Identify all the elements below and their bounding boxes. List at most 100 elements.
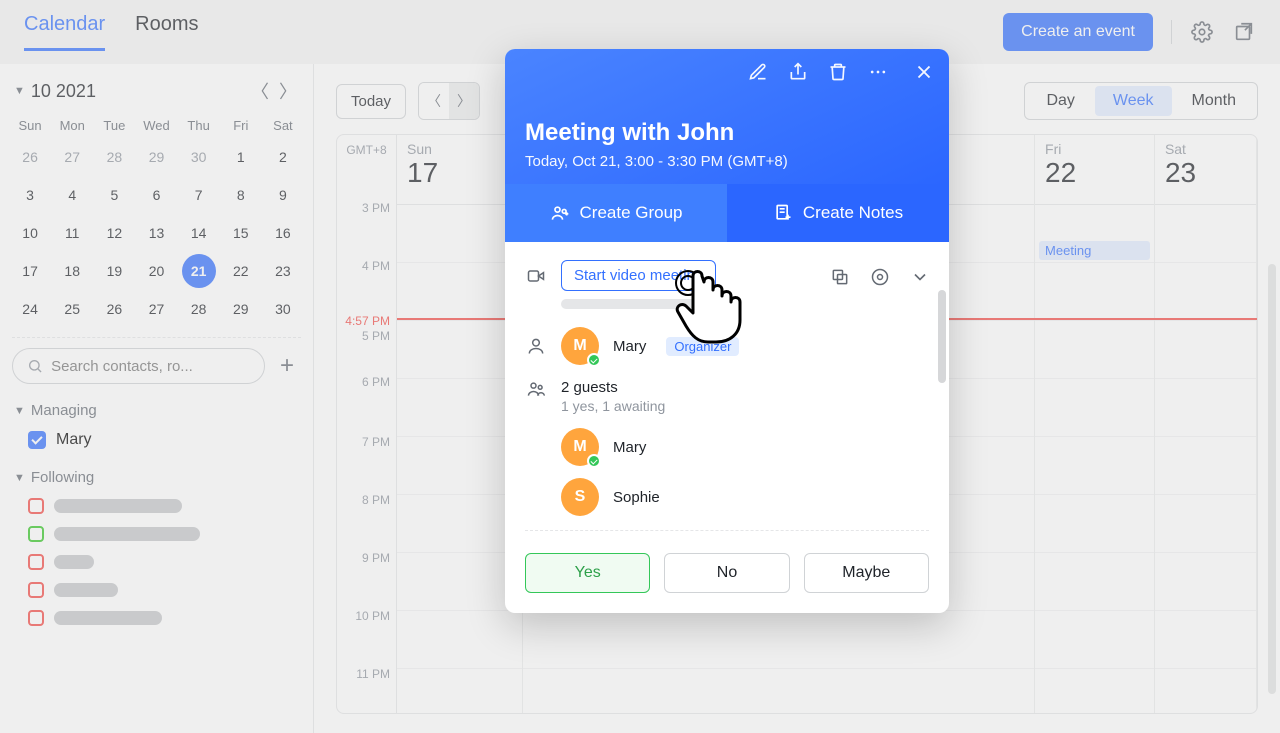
- month-label: 10 2021: [31, 81, 96, 102]
- event-title: Meeting with John: [525, 119, 929, 147]
- close-icon[interactable]: [913, 61, 935, 83]
- next-month-icon[interactable]: 〉: [277, 80, 299, 102]
- mini-cal-day[interactable]: 1: [221, 139, 261, 175]
- mini-cal-day[interactable]: 16: [263, 215, 303, 251]
- time-label: 8 PM: [362, 493, 390, 507]
- organizer-avatar[interactable]: M: [561, 327, 599, 365]
- mini-cal-day[interactable]: 9: [263, 177, 303, 213]
- mini-cal-day[interactable]: 24: [10, 291, 50, 327]
- meeting-link-placeholder: [561, 299, 731, 309]
- mini-cal-day[interactable]: 26: [10, 139, 50, 175]
- create-event-button[interactable]: Create an event: [1003, 13, 1153, 51]
- event-chip[interactable]: Meeting: [1039, 241, 1150, 260]
- checkbox-outline-icon[interactable]: [28, 610, 44, 626]
- guest-avatar: M: [561, 428, 599, 466]
- mini-cal-day[interactable]: 4: [52, 177, 92, 213]
- notes-icon: [773, 203, 793, 223]
- today-button[interactable]: Today: [336, 84, 406, 119]
- section-managing[interactable]: ▼Managing: [10, 396, 303, 425]
- prev-month-icon[interactable]: 〈: [249, 80, 271, 102]
- month-dropdown-icon[interactable]: ▼: [14, 85, 25, 97]
- mini-cal-day[interactable]: 12: [94, 215, 134, 251]
- guest-name: Sophie: [613, 489, 660, 506]
- mini-cal-day[interactable]: 18: [52, 253, 92, 289]
- mini-cal-day[interactable]: 22: [221, 253, 261, 289]
- mini-cal-day[interactable]: 21: [182, 254, 216, 288]
- mini-cal-day[interactable]: 19: [94, 253, 134, 289]
- calendar-name-placeholder: [54, 499, 182, 513]
- day-number: 23: [1165, 157, 1246, 189]
- mini-cal-day[interactable]: 30: [263, 291, 303, 327]
- mini-cal-day[interactable]: 6: [136, 177, 176, 213]
- guest-row[interactable]: MMary: [561, 428, 929, 466]
- mini-cal-day[interactable]: 27: [52, 139, 92, 175]
- search-input[interactable]: [51, 358, 250, 375]
- mini-cal-day[interactable]: 3: [10, 177, 50, 213]
- content-scrollbar[interactable]: [1268, 264, 1276, 694]
- mini-cal-day[interactable]: 11: [52, 215, 92, 251]
- timezone-label: GMT+8: [337, 143, 396, 157]
- person-icon: [525, 336, 547, 356]
- guest-row[interactable]: SSophie: [561, 478, 929, 516]
- checkbox-outline-icon[interactable]: [28, 526, 44, 542]
- search-input-wrapper[interactable]: [12, 348, 265, 384]
- mini-cal-day[interactable]: 23: [263, 253, 303, 289]
- tab-rooms[interactable]: Rooms: [135, 13, 198, 51]
- dow-label: Sun: [10, 118, 50, 133]
- view-month-button[interactable]: Month: [1174, 86, 1254, 116]
- rsvp-maybe-button[interactable]: Maybe: [804, 553, 929, 593]
- mini-cal-day[interactable]: 7: [179, 177, 219, 213]
- popout-icon[interactable]: [1232, 20, 1256, 44]
- mini-cal-day[interactable]: 8: [221, 177, 261, 213]
- rsvp-no-button[interactable]: No: [664, 553, 789, 593]
- mini-cal-day[interactable]: 20: [136, 253, 176, 289]
- more-icon[interactable]: [867, 61, 889, 83]
- start-video-button[interactable]: Start video meeting: [561, 260, 716, 291]
- mini-cal-day[interactable]: 25: [52, 291, 92, 327]
- mini-cal-day[interactable]: 27: [136, 291, 176, 327]
- settings-icon[interactable]: [1190, 20, 1214, 44]
- checkbox-outline-icon[interactable]: [28, 554, 44, 570]
- mini-cal-day[interactable]: 17: [10, 253, 50, 289]
- checkbox-outline-icon[interactable]: [28, 498, 44, 514]
- mini-cal-day[interactable]: 28: [94, 139, 134, 175]
- following-item[interactable]: [10, 492, 303, 520]
- copy-icon[interactable]: [829, 266, 851, 288]
- time-label: 11 PM: [356, 667, 390, 681]
- calendar-name-placeholder: [54, 527, 200, 541]
- create-notes-button[interactable]: Create Notes: [727, 184, 949, 242]
- create-group-button[interactable]: Create Group: [505, 184, 727, 242]
- mini-cal-day[interactable]: 2: [263, 139, 303, 175]
- mini-cal-day[interactable]: 15: [221, 215, 261, 251]
- next-period-button[interactable]: 〉: [449, 83, 479, 119]
- share-icon[interactable]: [787, 61, 809, 83]
- following-item[interactable]: [10, 576, 303, 604]
- mini-cal-day[interactable]: 14: [179, 215, 219, 251]
- mini-cal-day[interactable]: 29: [221, 291, 261, 327]
- checkbox-outline-icon[interactable]: [28, 582, 44, 598]
- tab-calendar[interactable]: Calendar: [24, 13, 105, 51]
- edit-icon[interactable]: [747, 61, 769, 83]
- rsvp-yes-button[interactable]: Yes: [525, 553, 650, 593]
- mini-cal-day[interactable]: 10: [10, 215, 50, 251]
- mini-cal-day[interactable]: 26: [94, 291, 134, 327]
- managing-item-mary[interactable]: Mary: [10, 425, 303, 455]
- mini-cal-day[interactable]: 30: [179, 139, 219, 175]
- following-item[interactable]: [10, 604, 303, 632]
- following-item[interactable]: [10, 548, 303, 576]
- checkbox-icon[interactable]: [28, 431, 46, 449]
- chevron-down-icon[interactable]: [909, 266, 931, 288]
- following-item[interactable]: [10, 520, 303, 548]
- popup-scrollbar[interactable]: [938, 290, 946, 383]
- delete-icon[interactable]: [827, 61, 849, 83]
- video-settings-icon[interactable]: [869, 266, 891, 288]
- add-calendar-icon[interactable]: +: [273, 352, 301, 380]
- mini-cal-day[interactable]: 5: [94, 177, 134, 213]
- mini-cal-day[interactable]: 29: [136, 139, 176, 175]
- prev-period-button[interactable]: 〈: [419, 83, 449, 119]
- section-following[interactable]: ▼Following: [10, 463, 303, 492]
- view-day-button[interactable]: Day: [1028, 86, 1092, 116]
- mini-cal-day[interactable]: 28: [179, 291, 219, 327]
- mini-cal-day[interactable]: 13: [136, 215, 176, 251]
- view-week-button[interactable]: Week: [1095, 86, 1172, 116]
